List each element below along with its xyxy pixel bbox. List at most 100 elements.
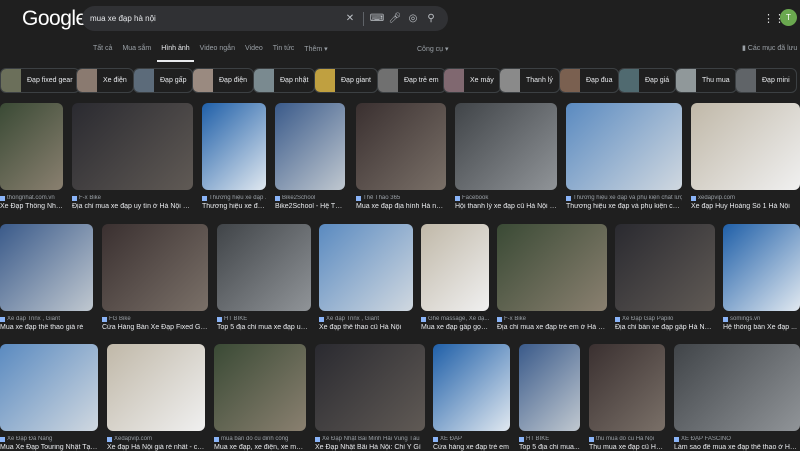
image-result[interactable]: F-x Bike Địa chỉ mua xe đạp uy tín ở Hà N… bbox=[72, 103, 193, 210]
result-source[interactable]: thu mua đồ cũ Hà Nội bbox=[589, 436, 665, 442]
tab-0[interactable]: Tất cả bbox=[89, 43, 116, 62]
result-title[interactable]: Xe đạp Huy Hoàng Số 1 Hà Nội bbox=[691, 203, 800, 210]
image-result[interactable]: Thương hiệu xe đạp và phụ kiện chất lượ.… bbox=[566, 103, 682, 210]
result-thumbnail[interactable] bbox=[421, 224, 489, 311]
search-input[interactable] bbox=[90, 14, 341, 23]
result-source[interactable]: Thể Thao 365 bbox=[356, 195, 446, 201]
result-thumbnail[interactable] bbox=[455, 103, 557, 190]
result-thumbnail[interactable] bbox=[214, 344, 306, 431]
tools-button[interactable]: Công cụ ▾ bbox=[417, 45, 449, 53]
image-result[interactable]: Facebook Hội thanh lý xe đạp cũ Hà Nội | … bbox=[455, 103, 557, 210]
result-thumbnail[interactable] bbox=[356, 103, 446, 190]
result-thumbnail[interactable] bbox=[433, 344, 510, 431]
tab-5[interactable]: Tin tức bbox=[269, 43, 299, 62]
result-source[interactable]: xedapvip.com bbox=[691, 195, 800, 201]
result-title[interactable]: Thương hiệu xe đạp và phụ kiện chất l... bbox=[566, 203, 682, 210]
result-thumbnail[interactable] bbox=[202, 103, 266, 190]
chip-filter[interactable]: Thanh lý bbox=[499, 68, 560, 93]
avatar[interactable]: T bbox=[780, 9, 797, 26]
result-source[interactable]: Xe đạp Trinx , Giant bbox=[319, 316, 413, 322]
image-result[interactable]: XE ĐẠP FASCINO Làm sao để mua xe đạp thể … bbox=[674, 344, 800, 451]
result-thumbnail[interactable] bbox=[275, 103, 345, 190]
chip-filter[interactable]: Đạp trẻ em bbox=[377, 68, 446, 93]
result-source[interactable]: somings.vn bbox=[723, 316, 800, 322]
result-thumbnail[interactable] bbox=[589, 344, 665, 431]
tab-2[interactable]: Hình ảnh bbox=[157, 43, 194, 62]
google-logo[interactable]: Google bbox=[22, 7, 87, 31]
result-source[interactable]: HT BIKE bbox=[217, 316, 311, 322]
result-source[interactable]: XE ĐẠP bbox=[433, 436, 510, 442]
result-thumbnail[interactable] bbox=[691, 103, 800, 190]
tab-1[interactable]: Mua sắm bbox=[118, 43, 155, 62]
image-result[interactable]: Thể Thao 365 Mua xe đạp địa hình Hà nội c… bbox=[356, 103, 446, 210]
chip-filter[interactable]: Đạp mini bbox=[735, 68, 797, 93]
result-source[interactable]: Xe đạp Trinx , Giant bbox=[0, 316, 93, 322]
result-thumbnail[interactable] bbox=[723, 224, 800, 311]
result-thumbnail[interactable] bbox=[0, 103, 63, 190]
image-result[interactable]: Xedapvip.com Xe đạp Hà Nội giá rẻ nhất - … bbox=[107, 344, 205, 451]
chip-filter[interactable]: Đạp giá bbox=[618, 68, 677, 93]
image-result[interactable]: Xe Đạp Gấp Papilo Địa chỉ bán xe đạp gấp … bbox=[615, 224, 715, 331]
tab-6[interactable]: Thêm ▾ bbox=[300, 43, 331, 62]
result-source[interactable]: Bike2School bbox=[275, 195, 345, 201]
saved-items-link[interactable]: ▮ Các mục đã lưu bbox=[742, 44, 797, 52]
chip-filter[interactable]: Đạp điện bbox=[192, 68, 255, 93]
result-source[interactable]: Xe Đạp Nhật Bãi Minh Hải Vũng Tàu bbox=[315, 436, 425, 442]
result-thumbnail[interactable] bbox=[0, 344, 98, 431]
image-result[interactable]: xedapvip.com Xe đạp Huy Hoàng Số 1 Hà Nội bbox=[691, 103, 800, 210]
result-thumbnail[interactable] bbox=[519, 344, 580, 431]
result-title[interactable]: Top 5 địa chỉ mua xe đạp uy tí... bbox=[217, 324, 311, 331]
result-thumbnail[interactable] bbox=[72, 103, 193, 190]
result-title[interactable]: Địa chỉ bán xe đạp gấp Hà Nội "... bbox=[615, 324, 715, 331]
result-thumbnail[interactable] bbox=[102, 224, 208, 311]
result-title[interactable]: Mua xe đạp địa hình Hà nội c... bbox=[356, 203, 446, 210]
image-result[interactable]: Xe Đạp Đà Nẵng Mua Xe Đạp Touring Nhật Tạ… bbox=[0, 344, 98, 451]
result-source[interactable]: Xe Đạp Đà Nẵng bbox=[0, 436, 98, 442]
image-result[interactable]: XE ĐẠP Cửa hàng xe đạp trẻ em bbox=[433, 344, 510, 451]
result-thumbnail[interactable] bbox=[566, 103, 682, 190]
result-source[interactable]: mua bán đồ cũ đinh công bbox=[214, 436, 306, 442]
result-title[interactable]: Địa chỉ mua xe đạp trẻ em ở Hà Nội ... bbox=[497, 324, 607, 331]
result-source[interactable]: Thương hiệu xe đạp ... bbox=[202, 195, 266, 201]
image-result[interactable]: mua bán đồ cũ đinh công Mua xe đạp, xe đi… bbox=[214, 344, 306, 451]
result-thumbnail[interactable] bbox=[674, 344, 800, 431]
tab-4[interactable]: Video bbox=[241, 43, 267, 62]
result-source[interactable]: FG Bike bbox=[102, 316, 208, 322]
image-result[interactable]: Ghế massage, Xe đạ... Mua xe đạp gấp gọn … bbox=[421, 224, 489, 331]
result-title[interactable]: Mua xe đạp thể thao giá rẻ bbox=[0, 324, 93, 331]
image-result[interactable]: Xe đạp Trinx , Giant Xe đạp thể thao cũ H… bbox=[319, 224, 413, 331]
image-result[interactable]: Xe đạp Trinx , Giant Mua xe đạp thể thao … bbox=[0, 224, 93, 331]
result-thumbnail[interactable] bbox=[217, 224, 311, 311]
lens-icon[interactable]: ◎ bbox=[404, 13, 422, 24]
chip-filter[interactable]: Đạp đua bbox=[559, 68, 620, 93]
image-result[interactable]: Xe Đạp Nhật Bãi Minh Hải Vũng Tàu Xe Đạp … bbox=[315, 344, 425, 451]
image-result[interactable]: Bike2School Bike2School - Hệ Thố... bbox=[275, 103, 345, 210]
result-source[interactable]: Xedapvip.com bbox=[107, 436, 205, 442]
chip-filter[interactable]: Đạp nhật bbox=[253, 68, 316, 93]
result-thumbnail[interactable] bbox=[615, 224, 715, 311]
image-result[interactable]: thu mua đồ cũ Hà Nội Thu mua xe đạp cũ Hà… bbox=[589, 344, 665, 451]
result-source[interactable]: Facebook bbox=[455, 195, 557, 201]
image-result[interactable]: HT BIKE Top 5 địa chỉ mua xe đạp uy tí... bbox=[217, 224, 311, 331]
result-title[interactable]: Thương hiệu xe đạ... bbox=[202, 203, 266, 210]
image-result[interactable]: thongnhat.com.vn Xe Đạp Thống Nhất... bbox=[0, 103, 63, 210]
image-result[interactable]: Thương hiệu xe đạp ... Thương hiệu xe đạ.… bbox=[202, 103, 266, 210]
chip-filter[interactable]: Xe điện bbox=[76, 68, 134, 93]
chip-filter[interactable]: Đạp gấp bbox=[133, 68, 194, 93]
search-icon[interactable]: ⚲ bbox=[422, 13, 440, 24]
image-result[interactable]: FG Bike Cửa Hàng Bán Xe Đạp Fixed Gear ..… bbox=[102, 224, 208, 331]
result-source[interactable]: F-x Bike bbox=[497, 316, 607, 322]
result-source[interactable]: Xe Đạp Gấp Papilo bbox=[615, 316, 715, 322]
image-result[interactable]: somings.vn Hệ thống bán Xe đạp ... bbox=[723, 224, 800, 331]
result-source[interactable]: thongnhat.com.vn bbox=[0, 195, 63, 201]
result-title[interactable]: Hệ thống bán Xe đạp ... bbox=[723, 324, 800, 331]
result-title[interactable]: Xe Đạp Thống Nhất... bbox=[0, 203, 63, 210]
result-thumbnail[interactable] bbox=[107, 344, 205, 431]
chip-filter[interactable]: Đạp giant bbox=[314, 68, 378, 93]
result-source[interactable]: XE ĐẠP FASCINO bbox=[674, 436, 800, 442]
result-thumbnail[interactable] bbox=[315, 344, 425, 431]
result-title[interactable]: Mua xe đạp gấp gọn ... bbox=[421, 324, 489, 331]
chip-filter[interactable]: Xe máy bbox=[443, 68, 501, 93]
result-title[interactable]: Bike2School - Hệ Thố... bbox=[275, 203, 345, 210]
result-source[interactable]: Thương hiệu xe đạp và phụ kiện chất lượ.… bbox=[566, 195, 682, 201]
